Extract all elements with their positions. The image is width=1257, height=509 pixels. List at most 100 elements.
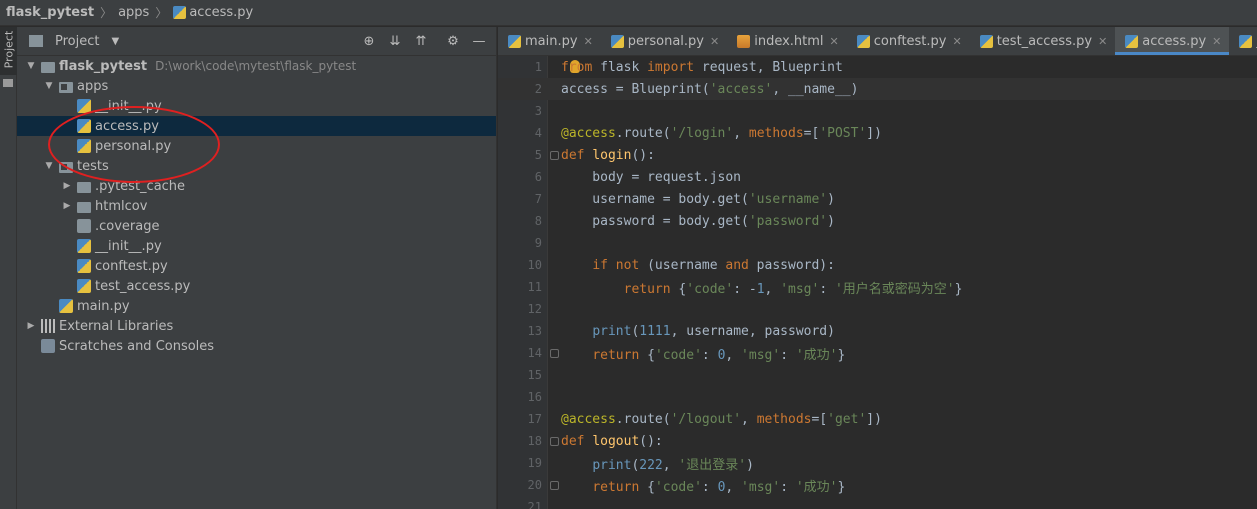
code-line: 4 @access.route('/login', methods=['POST'…: [498, 122, 1257, 144]
tree-item-label: conftest.py: [95, 258, 168, 274]
code-line: 21: [498, 496, 1257, 509]
locate-icon[interactable]: ⊕: [360, 32, 378, 50]
line-number: 20: [527, 478, 542, 492]
python-file-icon: [77, 139, 91, 153]
tree-item-label: __init__.py: [95, 98, 162, 114]
python-file-icon: [610, 34, 624, 48]
code-text: @access.route('/logout', methods=['get']…: [561, 411, 882, 427]
close-icon[interactable]: ✕: [1098, 35, 1107, 48]
editor-tab[interactable]: test_access.py ✕: [970, 27, 1116, 55]
line-number: 11: [527, 280, 542, 294]
code-line: 2 access = Blueprint('access', __name__): [498, 78, 1257, 100]
tool-window-strip: Project: [0, 27, 17, 509]
code-line: 7 username = body.get('username'): [498, 188, 1257, 210]
close-icon[interactable]: ✕: [952, 35, 961, 48]
python-file-icon: [77, 259, 91, 273]
editor-tab[interactable]: index.html ✕: [727, 27, 847, 55]
tree-item-label: test_access.py: [95, 278, 191, 294]
line-number: 19: [527, 456, 542, 470]
collapse-all-icon[interactable]: ⇈: [412, 32, 430, 50]
html-file-icon: [737, 34, 751, 48]
python-file-icon: [77, 119, 91, 133]
folder-icon: [77, 181, 91, 193]
tree-item[interactable]: test_access.py: [17, 276, 496, 296]
chevron-down-icon[interactable]: ▼: [43, 81, 55, 91]
tree-item[interactable]: __init__.py: [17, 236, 496, 256]
tree-item[interactable]: ▼ apps: [17, 76, 496, 96]
breadcrumb: flask_pytest 〉 apps 〉 access.py: [0, 0, 1257, 26]
tree-item-label: .coverage: [95, 218, 160, 234]
line-number: 13: [527, 324, 542, 338]
hide-icon[interactable]: —: [470, 32, 488, 50]
tree-item[interactable]: ▼ flask_pytest D:\work\code\mytest\flask_p…: [17, 56, 496, 76]
close-icon[interactable]: ✕: [1212, 35, 1221, 48]
tree-item[interactable]: __init__.py: [17, 96, 496, 116]
close-icon[interactable]: ✕: [584, 35, 593, 48]
tree-item-label: htmlcov: [95, 198, 148, 214]
breadcrumb-file[interactable]: access.py: [173, 5, 253, 20]
code-text: password = body.get('password'): [561, 213, 835, 229]
chevron-right-icon[interactable]: ▶: [61, 181, 73, 191]
editor-tab[interactable]: conftest.py ✕: [847, 27, 970, 55]
project-panel: Project ▼ ⊕ ⇊ ⇈ ⚙ — ▼ flask_pytest D:\work…: [17, 27, 497, 509]
project-panel-header: Project ▼ ⊕ ⇊ ⇈ ⚙ —: [17, 27, 496, 56]
code-line: 16: [498, 386, 1257, 408]
breadcrumb-project[interactable]: flask_pytest: [6, 5, 94, 20]
chevron-right-icon[interactable]: ▶: [61, 201, 73, 211]
editor: main.py ✕ personal.py ✕ index.html ✕ conftest.…: [498, 27, 1257, 509]
line-number: 17: [527, 412, 542, 426]
scratches-icon: [41, 339, 55, 353]
coverage-file-icon: [77, 219, 91, 233]
fold-marker-icon[interactable]: [550, 150, 559, 160]
gear-icon[interactable]: ⚙: [444, 32, 462, 50]
structure-icon[interactable]: [3, 79, 13, 87]
editor-tab[interactable]: access.py ✕: [1115, 27, 1230, 55]
editor-tab[interactable]: main.py ✕: [498, 27, 601, 55]
chevron-down-icon[interactable]: ▼: [43, 161, 55, 171]
chevron-right-icon[interactable]: ▶: [25, 321, 37, 331]
tree-item[interactable]: ▼ tests: [17, 156, 496, 176]
project-tool-tab[interactable]: Project: [0, 27, 17, 75]
tree-item[interactable]: personal.py: [17, 136, 496, 156]
folder-icon: [77, 201, 91, 213]
editor-tab[interactable]: personal.py ✕: [601, 27, 727, 55]
line-number: 7: [534, 192, 542, 206]
line-number: 5: [534, 148, 542, 162]
tree-item[interactable]: Scratches and Consoles: [17, 336, 496, 356]
editor-tab-label: test_access.py: [996, 33, 1093, 49]
editor-tab[interactable]: __init__.py: [1229, 27, 1257, 55]
code-text: return {'code': 0, 'msg': '成功'}: [592, 347, 846, 363]
fold-marker-icon[interactable]: [550, 348, 559, 358]
code-line: 6 body = request.json: [498, 166, 1257, 188]
line-number: 8: [534, 214, 542, 228]
tree-item[interactable]: access.py: [17, 116, 496, 136]
code-text: def logout():: [561, 433, 663, 449]
close-icon[interactable]: ✕: [710, 35, 719, 48]
tree-item[interactable]: ▶ .pytest_cache: [17, 176, 496, 196]
code-area[interactable]: 1 from flask import request, Blueprint 2 ac…: [498, 56, 1257, 509]
tree-item[interactable]: ▶ htmlcov: [17, 196, 496, 216]
tree-item[interactable]: conftest.py: [17, 256, 496, 276]
tree-item[interactable]: .coverage: [17, 216, 496, 236]
breadcrumb-apps[interactable]: apps: [118, 5, 149, 20]
code-line: 5 def login():: [498, 144, 1257, 166]
close-icon[interactable]: ✕: [830, 35, 839, 48]
tree-item[interactable]: main.py: [17, 296, 496, 316]
tree-item[interactable]: ▶ External Libraries: [17, 316, 496, 336]
fold-marker-icon[interactable]: [550, 436, 559, 446]
code-text: print(1111, username, password): [592, 323, 835, 339]
line-number: 21: [527, 500, 542, 509]
tree-item-label: main.py: [77, 298, 130, 314]
python-file-icon: [856, 34, 870, 48]
tree-item-label: personal.py: [95, 138, 172, 154]
code-line: 13 print(1111, username, password): [498, 320, 1257, 342]
project-view-icon: [29, 35, 43, 47]
code-text: print(222, '退出登录'): [592, 457, 754, 473]
fold-marker-icon[interactable]: [550, 480, 559, 490]
chevron-down-icon[interactable]: ▼: [111, 36, 119, 47]
project-panel-title[interactable]: Project: [55, 34, 99, 49]
chevron-down-icon[interactable]: ▼: [25, 61, 37, 71]
project-toolbar: ⊕ ⇊ ⇈ ⚙ —: [360, 32, 488, 50]
python-file-icon: [77, 279, 91, 293]
expand-all-icon[interactable]: ⇊: [386, 32, 404, 50]
